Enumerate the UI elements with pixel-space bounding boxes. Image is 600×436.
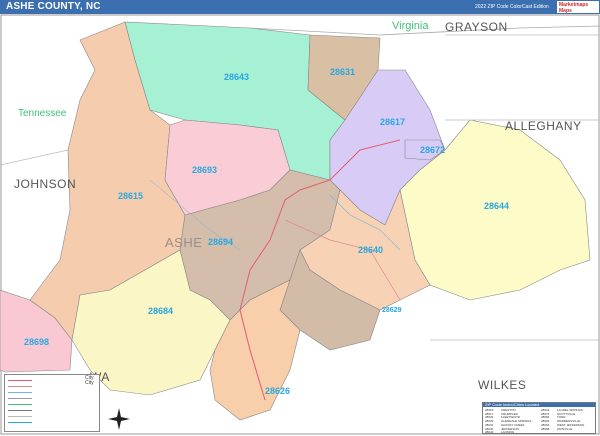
county-label-grayson: GRAYSON [445,20,508,34]
zip-label-28640[interactable]: 28640 [358,245,383,255]
zip-label-28617[interactable]: 28617 [380,117,405,127]
legend-county-line [8,398,32,399]
zip-index-cell: 28698 [541,426,550,431]
zip-label-28694[interactable]: 28694 [208,237,233,247]
legend-river-line [8,392,32,393]
map-subtitle: 2022 ZIP Code ColorCast Edition [475,4,549,10]
zip-label-28615[interactable]: 28615 [118,191,143,201]
county-label-johnson: JOHNSON [14,177,77,191]
zip-label-28629[interactable]: 28629 [382,307,401,314]
state-label-tennessee: Tennessee [18,108,67,119]
legend-city-label-2: City [85,380,94,386]
zip-index-header: ZIP Code Index/Cities Located [483,402,595,407]
zip-label-28643[interactable]: 28643 [224,72,249,82]
zip-index-cell: 28643 [485,430,494,435]
legend-city-labels: City City [85,376,94,386]
map-header: ASHE COUNTY, NC 2022 ZIP Code ColorCast … [0,0,600,14]
county-label-ashe: ASHE [165,235,203,250]
publisher-logo: Marketmaps Maps [556,0,600,14]
zip-label-28631[interactable]: 28631 [330,67,355,77]
compass-rose-icon [108,408,130,430]
county-label-alleghany: ALLEGHANY [505,119,582,133]
zip-label-28693[interactable]: 28693 [192,165,217,175]
legend-zip-line [8,422,32,423]
legend-state-line [8,404,32,405]
zip-label-28626[interactable]: 28626 [265,386,290,396]
zip-index-cell: ZIONVILLE [557,426,573,431]
map-title: ASHE COUNTY, NC [6,1,101,12]
zip-label-28698[interactable]: 28698 [24,337,49,347]
zip-index-cell: LANSING [501,430,515,435]
zip-label-28672[interactable]: 28672 [420,145,445,155]
county-label-wilkes: WILKES [478,378,527,392]
state-label-virginia: Virginia [392,20,429,32]
legend-highway-line [8,386,32,387]
map-legend: City City [4,374,100,432]
zip-index-title: ZIP Code Index/Cities Located [485,402,540,407]
legend-interstate-line [8,380,32,381]
legend-road-line [8,410,32,411]
legend-minor-road-line [8,416,32,417]
zip-label-28644[interactable]: 28644 [484,201,509,211]
zip-label-28684[interactable]: 28684 [148,306,173,316]
zip-index-table: ZIP Code Index/Cities Located 28615 CREST… [482,402,596,434]
